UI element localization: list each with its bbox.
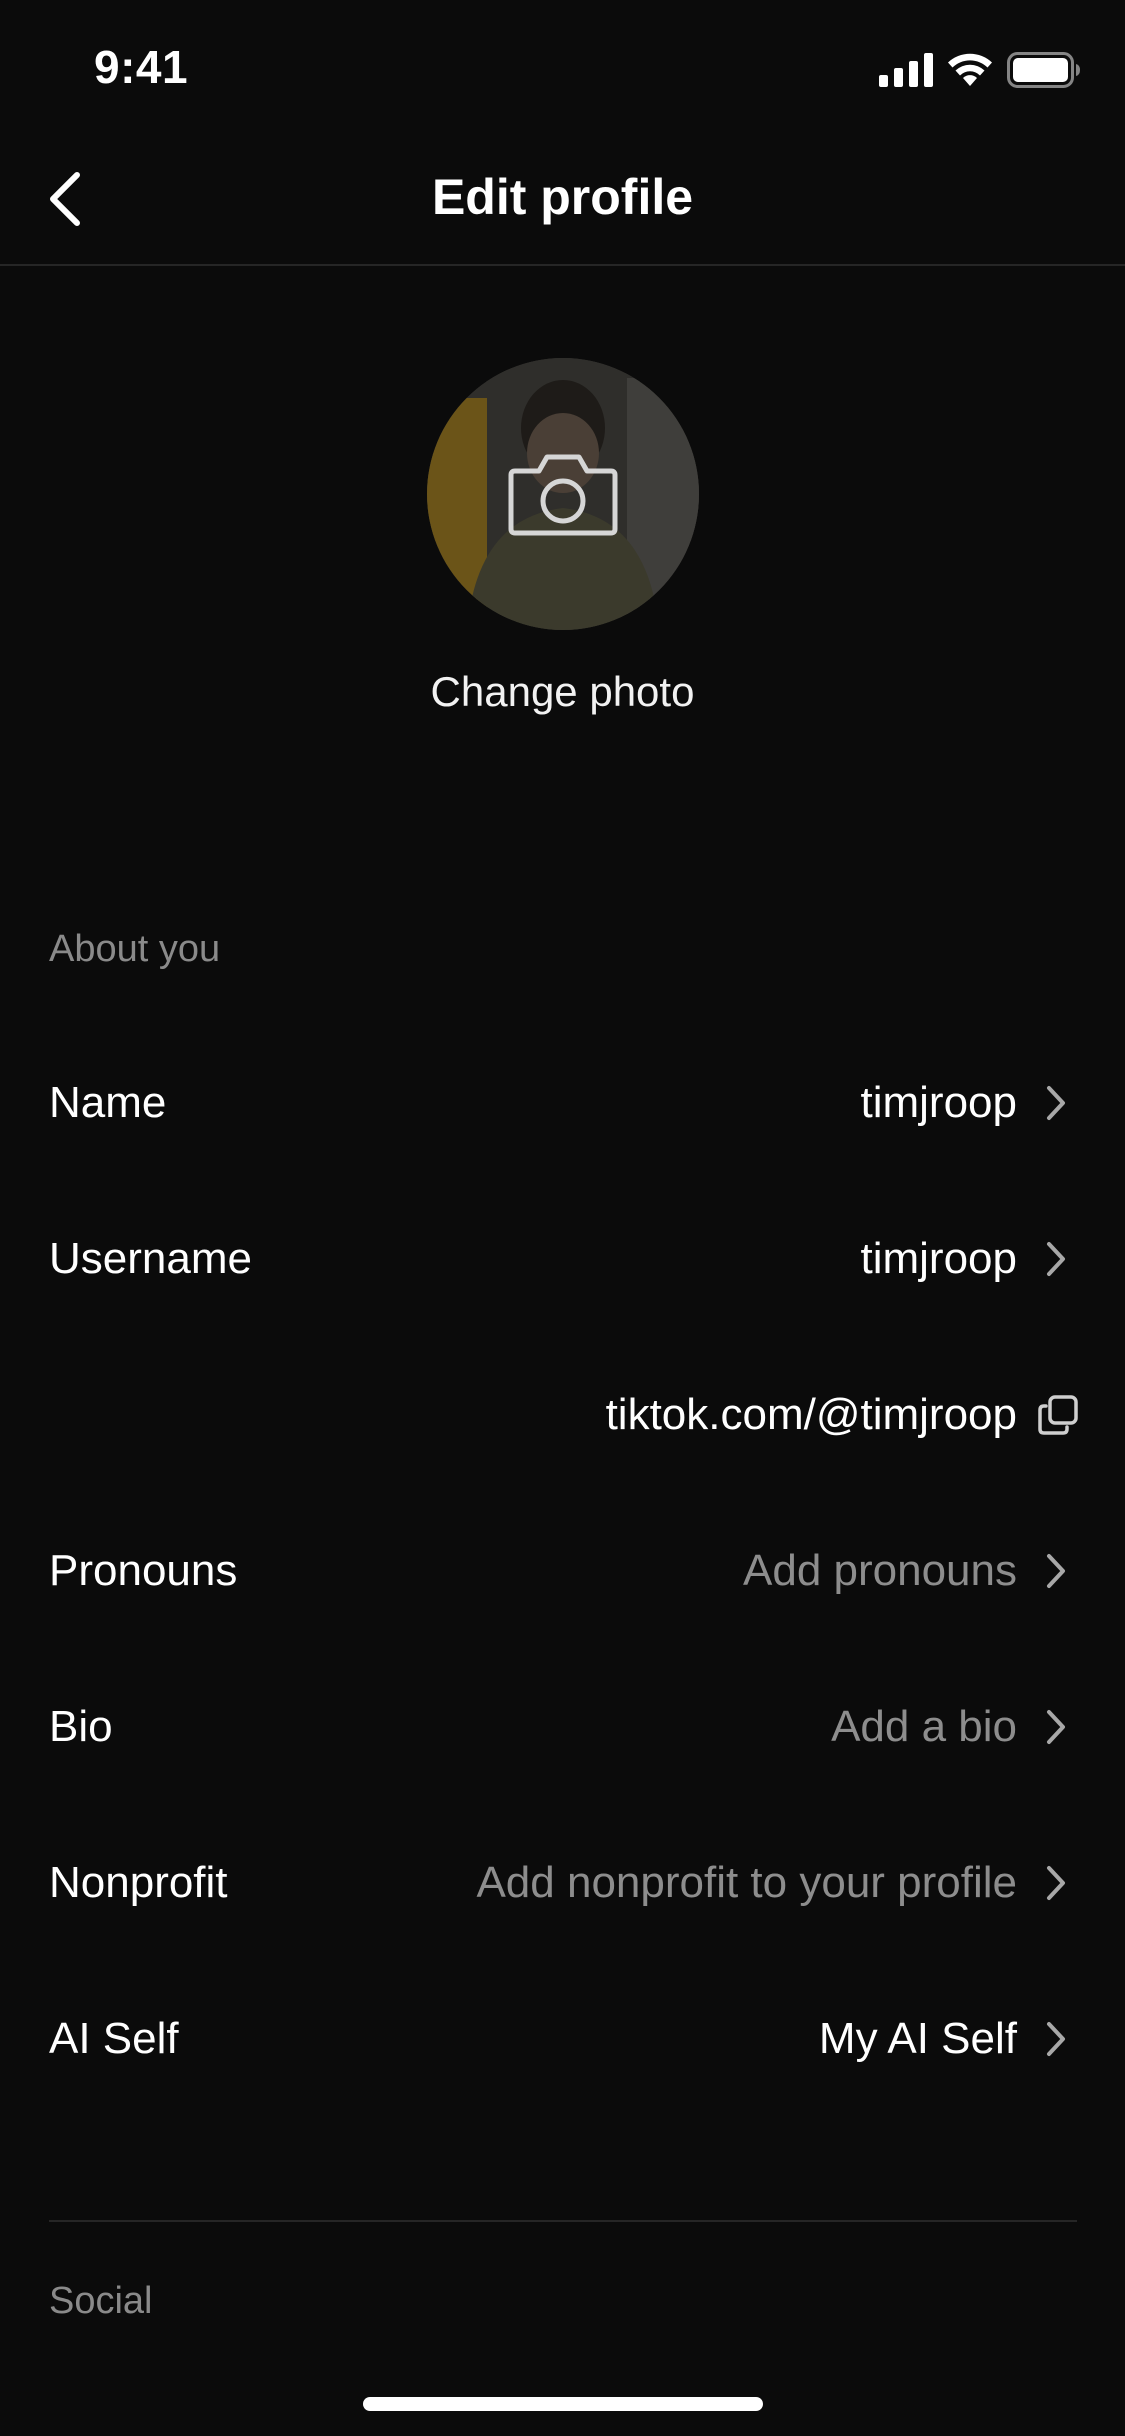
chevron-right-icon	[1039, 1705, 1073, 1749]
row-nonprofit[interactable]: Nonprofit Add nonprofit to your profile	[0, 1805, 1125, 1961]
row-value: My AI Self	[818, 2014, 1017, 2063]
section-label-about: About you	[49, 928, 221, 970]
row-ai-self[interactable]: AI Self My AI Self	[0, 1961, 1125, 2117]
section-divider	[49, 2220, 1077, 2222]
chevron-right-icon	[1039, 1081, 1073, 1125]
chevron-right-icon	[1039, 1861, 1073, 1905]
row-bio[interactable]: Bio Add a bio	[0, 1649, 1125, 1805]
row-label: AI Self	[49, 2014, 179, 2063]
row-profile-link[interactable]: tiktok.com/@timjroop	[0, 1337, 1125, 1493]
status-time: 9:41	[94, 41, 189, 93]
wifi-icon	[948, 53, 992, 86]
row-label: Name	[49, 1078, 167, 1127]
row-value: timjroop	[860, 1234, 1018, 1283]
camera-overlay	[427, 358, 699, 630]
home-indicator[interactable]	[363, 2397, 763, 2411]
row-label: Username	[49, 1234, 252, 1283]
row-label: Pronouns	[49, 1546, 238, 1595]
chevron-right-icon	[1039, 1549, 1073, 1593]
chevron-right-icon	[1039, 2017, 1073, 2061]
profile-photo[interactable]	[427, 358, 699, 630]
nav-header: Edit profile	[0, 132, 1125, 266]
copy-icon[interactable]	[1037, 1394, 1079, 1436]
row-label: Bio	[49, 1702, 113, 1751]
row-pronouns[interactable]: Pronouns Add pronouns	[0, 1493, 1125, 1649]
section-label-social: Social	[49, 2280, 153, 2322]
cellular-signal-icon	[879, 53, 933, 87]
page-title: Edit profile	[431, 169, 694, 225]
camera-icon	[508, 454, 618, 536]
row-value: Add nonprofit to your profile	[476, 1858, 1017, 1907]
battery-icon	[1007, 52, 1080, 88]
row-name[interactable]: Name timjroop	[0, 1025, 1125, 1181]
row-label: Nonprofit	[49, 1858, 228, 1907]
chevron-right-icon	[1039, 1237, 1073, 1281]
row-username[interactable]: Username timjroop	[0, 1181, 1125, 1337]
change-photo-link[interactable]: Change photo	[0, 668, 1125, 716]
status-icons	[879, 50, 1081, 90]
status-bar: 9:41	[0, 0, 1125, 132]
row-value: Add pronouns	[743, 1546, 1017, 1595]
row-value: Add a bio	[831, 1702, 1017, 1751]
profile-link-text: tiktok.com/@timjroop	[605, 1390, 1017, 1439]
row-value: timjroop	[860, 1078, 1018, 1127]
